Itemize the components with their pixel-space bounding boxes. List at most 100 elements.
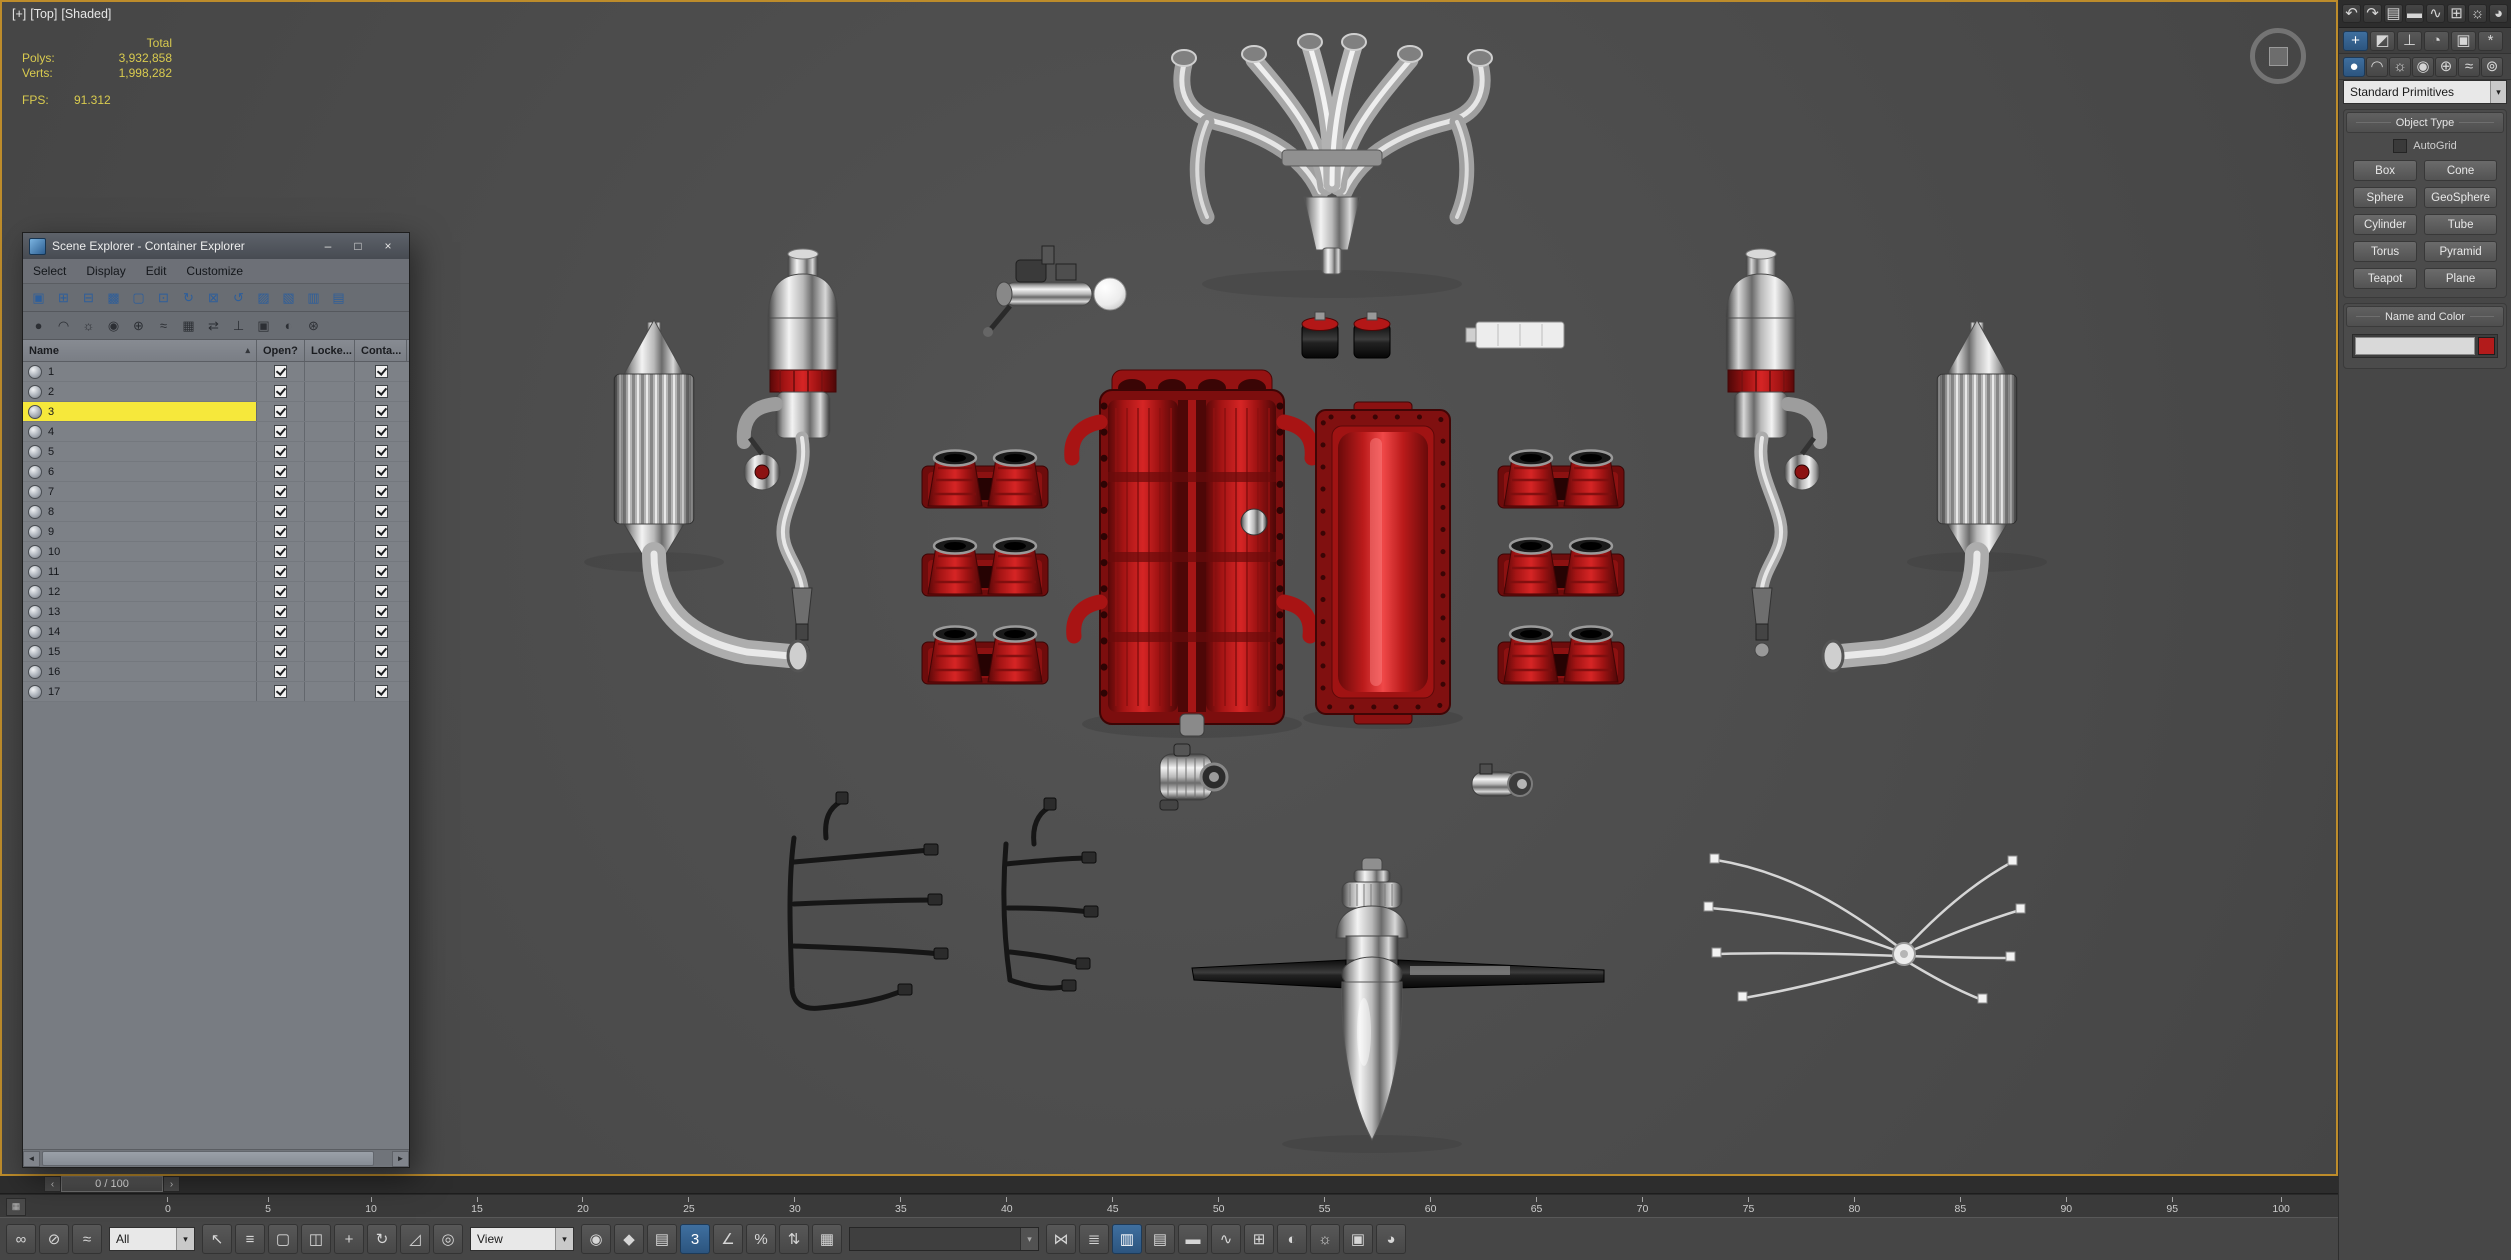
table-row[interactable]: 4 bbox=[23, 422, 409, 442]
systems-category[interactable]: ⊚ bbox=[2481, 56, 2503, 77]
open-checkbox[interactable] bbox=[274, 545, 287, 558]
table-row[interactable]: 16 bbox=[23, 662, 409, 682]
filter-materials-icon[interactable]: ◐ bbox=[277, 315, 300, 337]
close-button[interactable]: × bbox=[373, 235, 403, 257]
geometry-category[interactable]: ● bbox=[2343, 56, 2365, 77]
maximize-button[interactable]: □ bbox=[343, 235, 373, 257]
reference-coordinate-dropdown[interactable]: View bbox=[470, 1227, 574, 1252]
column-locked[interactable]: Locke... bbox=[305, 340, 355, 361]
filter-shapes-icon[interactable]: ◠ bbox=[52, 315, 75, 337]
contained-checkbox[interactable] bbox=[374, 585, 388, 598]
contained-checkbox[interactable] bbox=[374, 485, 388, 498]
scene-explorer-toggle-icon[interactable]: ▥ bbox=[1112, 1224, 1142, 1255]
carb-stack-left-3[interactable] bbox=[920, 625, 1050, 686]
named-selection-sets-dropdown[interactable] bbox=[849, 1227, 1039, 1252]
create-tab[interactable]: + bbox=[2343, 30, 2368, 51]
open-checkbox[interactable] bbox=[274, 565, 287, 578]
inherit-container-icon[interactable]: ⊞ bbox=[52, 287, 75, 309]
table-row[interactable]: 17 bbox=[23, 682, 409, 702]
table-row[interactable]: 8 bbox=[23, 502, 409, 522]
open-checkbox[interactable] bbox=[274, 425, 287, 438]
open-mini-curve-editor-button[interactable]: ▦ bbox=[6, 1197, 26, 1216]
carb-stack-right-2[interactable] bbox=[1496, 537, 1626, 598]
cone-button[interactable]: Cone bbox=[2424, 160, 2497, 181]
contained-checkbox[interactable] bbox=[374, 665, 388, 678]
select-object-icon[interactable]: ↖ bbox=[202, 1224, 232, 1255]
select-and-scale-icon[interactable]: ◿ bbox=[400, 1224, 430, 1255]
throttle-assembly[interactable] bbox=[983, 245, 1127, 337]
filter-xrefs-icon[interactable]: ⇄ bbox=[202, 315, 225, 337]
select-and-rotate-icon[interactable]: ↻ bbox=[367, 1224, 397, 1255]
table-row[interactable]: 3 bbox=[23, 402, 409, 422]
filter-lights-icon[interactable]: ☼ bbox=[77, 315, 100, 337]
select-and-manipulate-icon[interactable]: ◆ bbox=[614, 1224, 644, 1255]
open-checkbox[interactable] bbox=[274, 625, 287, 638]
modify-tab[interactable]: ◩ bbox=[2370, 30, 2395, 51]
contained-checkbox[interactable] bbox=[374, 625, 388, 638]
engine-block[interactable] bbox=[1064, 369, 1320, 737]
table-row[interactable]: 6 bbox=[23, 462, 409, 482]
open-checkbox[interactable] bbox=[274, 445, 287, 458]
open-checkbox[interactable] bbox=[274, 485, 287, 498]
contained-checkbox[interactable] bbox=[374, 505, 388, 518]
save-container-icon[interactable]: ⊡ bbox=[152, 287, 175, 309]
motion-tab[interactable]: ◔ bbox=[2424, 30, 2449, 51]
hierarchy-tab[interactable]: ⊥ bbox=[2397, 30, 2422, 51]
next-frame-button[interactable]: › bbox=[163, 1176, 180, 1193]
curve-editor-icon[interactable]: ∿ bbox=[1211, 1224, 1241, 1255]
contained-checkbox[interactable] bbox=[374, 645, 388, 658]
layer-manager-icon[interactable]: ▤ bbox=[2384, 4, 2403, 23]
select-and-link-icon[interactable]: ∞ bbox=[6, 1224, 36, 1255]
unlink-selection-icon[interactable]: ⊘ bbox=[39, 1224, 69, 1255]
starter-motor[interactable] bbox=[1471, 763, 1533, 797]
rendered-frame-icon[interactable]: ▣ bbox=[1343, 1224, 1373, 1255]
open-checkbox[interactable] bbox=[274, 585, 287, 598]
window-crossing-icon[interactable]: ◫ bbox=[301, 1224, 331, 1255]
merge-container-icon[interactable]: ⊟ bbox=[77, 287, 100, 309]
scroll-right-icon[interactable]: ► bbox=[392, 1150, 409, 1167]
filter-groups-icon[interactable]: ▦ bbox=[177, 315, 200, 337]
scrollbar-thumb[interactable] bbox=[42, 1151, 374, 1166]
bind-to-spacewarp-icon[interactable]: ≈ bbox=[72, 1224, 102, 1255]
menu-select[interactable]: Select bbox=[23, 264, 76, 278]
box-button[interactable]: Box bbox=[2353, 160, 2418, 181]
table-row[interactable]: 1 bbox=[23, 362, 409, 382]
cylinder-button[interactable]: Cylinder bbox=[2353, 214, 2418, 235]
carb-stack-right-3[interactable] bbox=[1496, 625, 1626, 686]
starboard-riser-assembly[interactable] bbox=[1726, 249, 1820, 657]
render-setup-icon[interactable]: ☼ bbox=[1310, 1224, 1340, 1255]
table-row[interactable]: 5 bbox=[23, 442, 409, 462]
time-slider[interactable]: 0 / 100 bbox=[61, 1176, 163, 1193]
primitives-dropdown[interactable]: Standard Primitives bbox=[2343, 80, 2507, 104]
menu-customize[interactable]: Customize bbox=[176, 264, 253, 278]
gauge-cluster[interactable] bbox=[1465, 321, 1565, 349]
spline-wires[interactable] bbox=[1703, 853, 2026, 1004]
edit-named-sets-icon[interactable]: ▦ bbox=[812, 1224, 842, 1255]
contained-checkbox[interactable] bbox=[374, 545, 388, 558]
reload-container-icon[interactable]: ↻ bbox=[177, 287, 200, 309]
helpers-category[interactable]: ⊕ bbox=[2435, 56, 2457, 77]
contained-checkbox[interactable] bbox=[374, 385, 388, 398]
spacewarps-category[interactable]: ≈ bbox=[2458, 56, 2480, 77]
open-checkbox[interactable] bbox=[274, 465, 287, 478]
update-container-icon[interactable]: ↺ bbox=[227, 287, 250, 309]
track-bar[interactable]: ▦ 0 5 10 15 20 25 30 35 40 45 50 55 60 65 70 75 80 85 90 95… bbox=[0, 1193, 2338, 1218]
open-checkbox[interactable] bbox=[274, 605, 287, 618]
render-production-icon[interactable]: ◕ bbox=[1376, 1224, 1406, 1255]
open-checkbox[interactable] bbox=[274, 365, 287, 378]
unload-container-icon[interactable]: ⊠ bbox=[202, 287, 225, 309]
mirror-icon[interactable]: ⋈ bbox=[1046, 1224, 1076, 1255]
carb-stack-right-1[interactable] bbox=[1496, 449, 1626, 510]
filter-frozen-icon[interactable]: ⊛ bbox=[302, 315, 325, 337]
filter-helpers-icon[interactable]: ⊕ bbox=[127, 315, 150, 337]
alternator[interactable] bbox=[1159, 743, 1229, 811]
new-container-icon[interactable]: ▣ bbox=[27, 287, 50, 309]
open-checkbox[interactable] bbox=[274, 385, 287, 398]
rectangular-selection-icon[interactable]: ▢ bbox=[268, 1224, 298, 1255]
render-production-icon[interactable]: ◕ bbox=[2489, 4, 2508, 23]
menu-edit[interactable]: Edit bbox=[136, 264, 177, 278]
time-slider-track[interactable]: ‹ 0 / 100 › bbox=[0, 1176, 2338, 1194]
filter-bones-icon[interactable]: ⊥ bbox=[227, 315, 250, 337]
open-checkbox[interactable] bbox=[274, 505, 287, 518]
table-row[interactable]: 12 bbox=[23, 582, 409, 602]
